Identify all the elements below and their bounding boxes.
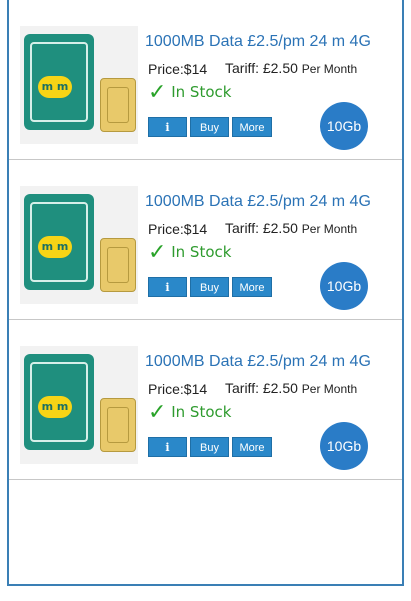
buy-button[interactable]: Buy	[190, 117, 229, 137]
more-button[interactable]: More	[232, 437, 272, 457]
stock-status: ✓ In Stock	[148, 400, 232, 425]
tariff-unit: Per Month	[301, 62, 358, 76]
sim-card-graphic: m m	[24, 194, 94, 290]
info-icon: i	[165, 281, 170, 294]
check-icon: ✓	[148, 400, 167, 425]
info-icon: i	[165, 121, 170, 134]
tariff-unit: Per Month	[301, 382, 358, 396]
product-tariff: Tariff: £2.50 Per Month	[225, 60, 357, 76]
product-card: m m 1000MB Data £2.5/pm 24 m 4G Price:$1…	[9, 160, 402, 320]
product-price: Price:$14	[148, 221, 208, 237]
sim-chip-graphic	[100, 398, 136, 452]
stock-label: In Stock	[171, 403, 232, 421]
brand-logo: m m	[38, 76, 72, 98]
data-allowance-badge: 10Gb	[320, 422, 368, 470]
data-allowance-badge: 10Gb	[320, 262, 368, 310]
stock-status: ✓ In Stock	[148, 240, 232, 265]
stock-label: In Stock	[171, 83, 232, 101]
stock-label: In Stock	[171, 243, 232, 261]
tariff-amount: Tariff: £2.50	[225, 60, 298, 76]
sim-chip-graphic	[100, 78, 136, 132]
brand-logo: m m	[38, 396, 72, 418]
more-button[interactable]: More	[232, 277, 272, 297]
more-button[interactable]: More	[232, 117, 272, 137]
data-allowance-badge: 10Gb	[320, 102, 368, 150]
sim-card-graphic: m m	[24, 34, 94, 130]
product-card: m m 1000MB Data £2.5/pm 24 m 4G Price:$1…	[9, 0, 402, 160]
tariff-amount: Tariff: £2.50	[225, 380, 298, 396]
check-icon: ✓	[148, 240, 167, 265]
product-price: Price:$14	[148, 61, 208, 77]
stock-status: ✓ In Stock	[148, 80, 232, 105]
product-card: m m 1000MB Data £2.5/pm 24 m 4G Price:$1…	[9, 320, 402, 480]
product-image[interactable]: m m	[20, 346, 138, 464]
brand-logo: m m	[38, 236, 72, 258]
tariff-unit: Per Month	[301, 222, 358, 236]
buy-button[interactable]: Buy	[190, 437, 229, 457]
info-button[interactable]: i	[148, 277, 187, 297]
info-icon: i	[165, 441, 170, 454]
product-image[interactable]: m m	[20, 186, 138, 304]
product-tariff: Tariff: £2.50 Per Month	[225, 380, 357, 396]
product-image[interactable]: m m	[20, 26, 138, 144]
product-price: Price:$14	[148, 381, 208, 397]
buy-button[interactable]: Buy	[190, 277, 229, 297]
product-title[interactable]: 1000MB Data £2.5/pm 24 m 4G	[145, 193, 371, 211]
product-title[interactable]: 1000MB Data £2.5/pm 24 m 4G	[145, 353, 371, 371]
info-button[interactable]: i	[148, 117, 187, 137]
product-title[interactable]: 1000MB Data £2.5/pm 24 m 4G	[145, 33, 371, 51]
product-list: m m 1000MB Data £2.5/pm 24 m 4G Price:$1…	[7, 0, 404, 586]
tariff-amount: Tariff: £2.50	[225, 220, 298, 236]
product-tariff: Tariff: £2.50 Per Month	[225, 220, 357, 236]
sim-chip-graphic	[100, 238, 136, 292]
check-icon: ✓	[148, 80, 167, 105]
sim-card-graphic: m m	[24, 354, 94, 450]
info-button[interactable]: i	[148, 437, 187, 457]
